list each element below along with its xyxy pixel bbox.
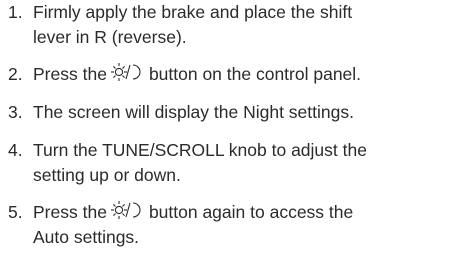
step-text: button on the control panel. xyxy=(148,64,362,84)
sun-moon-icon xyxy=(110,62,143,82)
step-text-line: setting up or down. xyxy=(33,165,181,185)
step-text-line: Firmly apply the brake and place the shi… xyxy=(33,2,353,22)
step-text-line: Auto settings. xyxy=(33,227,140,247)
step-text: The screen will display the Night settin… xyxy=(33,102,354,122)
step-text: button again to access the xyxy=(148,202,354,222)
step-text: Press the xyxy=(33,202,107,222)
step-text: Press the xyxy=(33,64,107,84)
step-number: 5. xyxy=(8,202,23,222)
sun-moon-icon xyxy=(110,200,143,220)
step-number: 3. xyxy=(8,102,23,122)
step-text-line: lever in R (reverse). xyxy=(33,27,187,47)
step-number: 2. xyxy=(8,64,23,84)
step-number: 1. xyxy=(8,2,23,22)
step-number: 4. xyxy=(8,140,23,160)
step-text-line: Turn the TUNE/SCROLL knob to adjust the xyxy=(33,140,367,160)
